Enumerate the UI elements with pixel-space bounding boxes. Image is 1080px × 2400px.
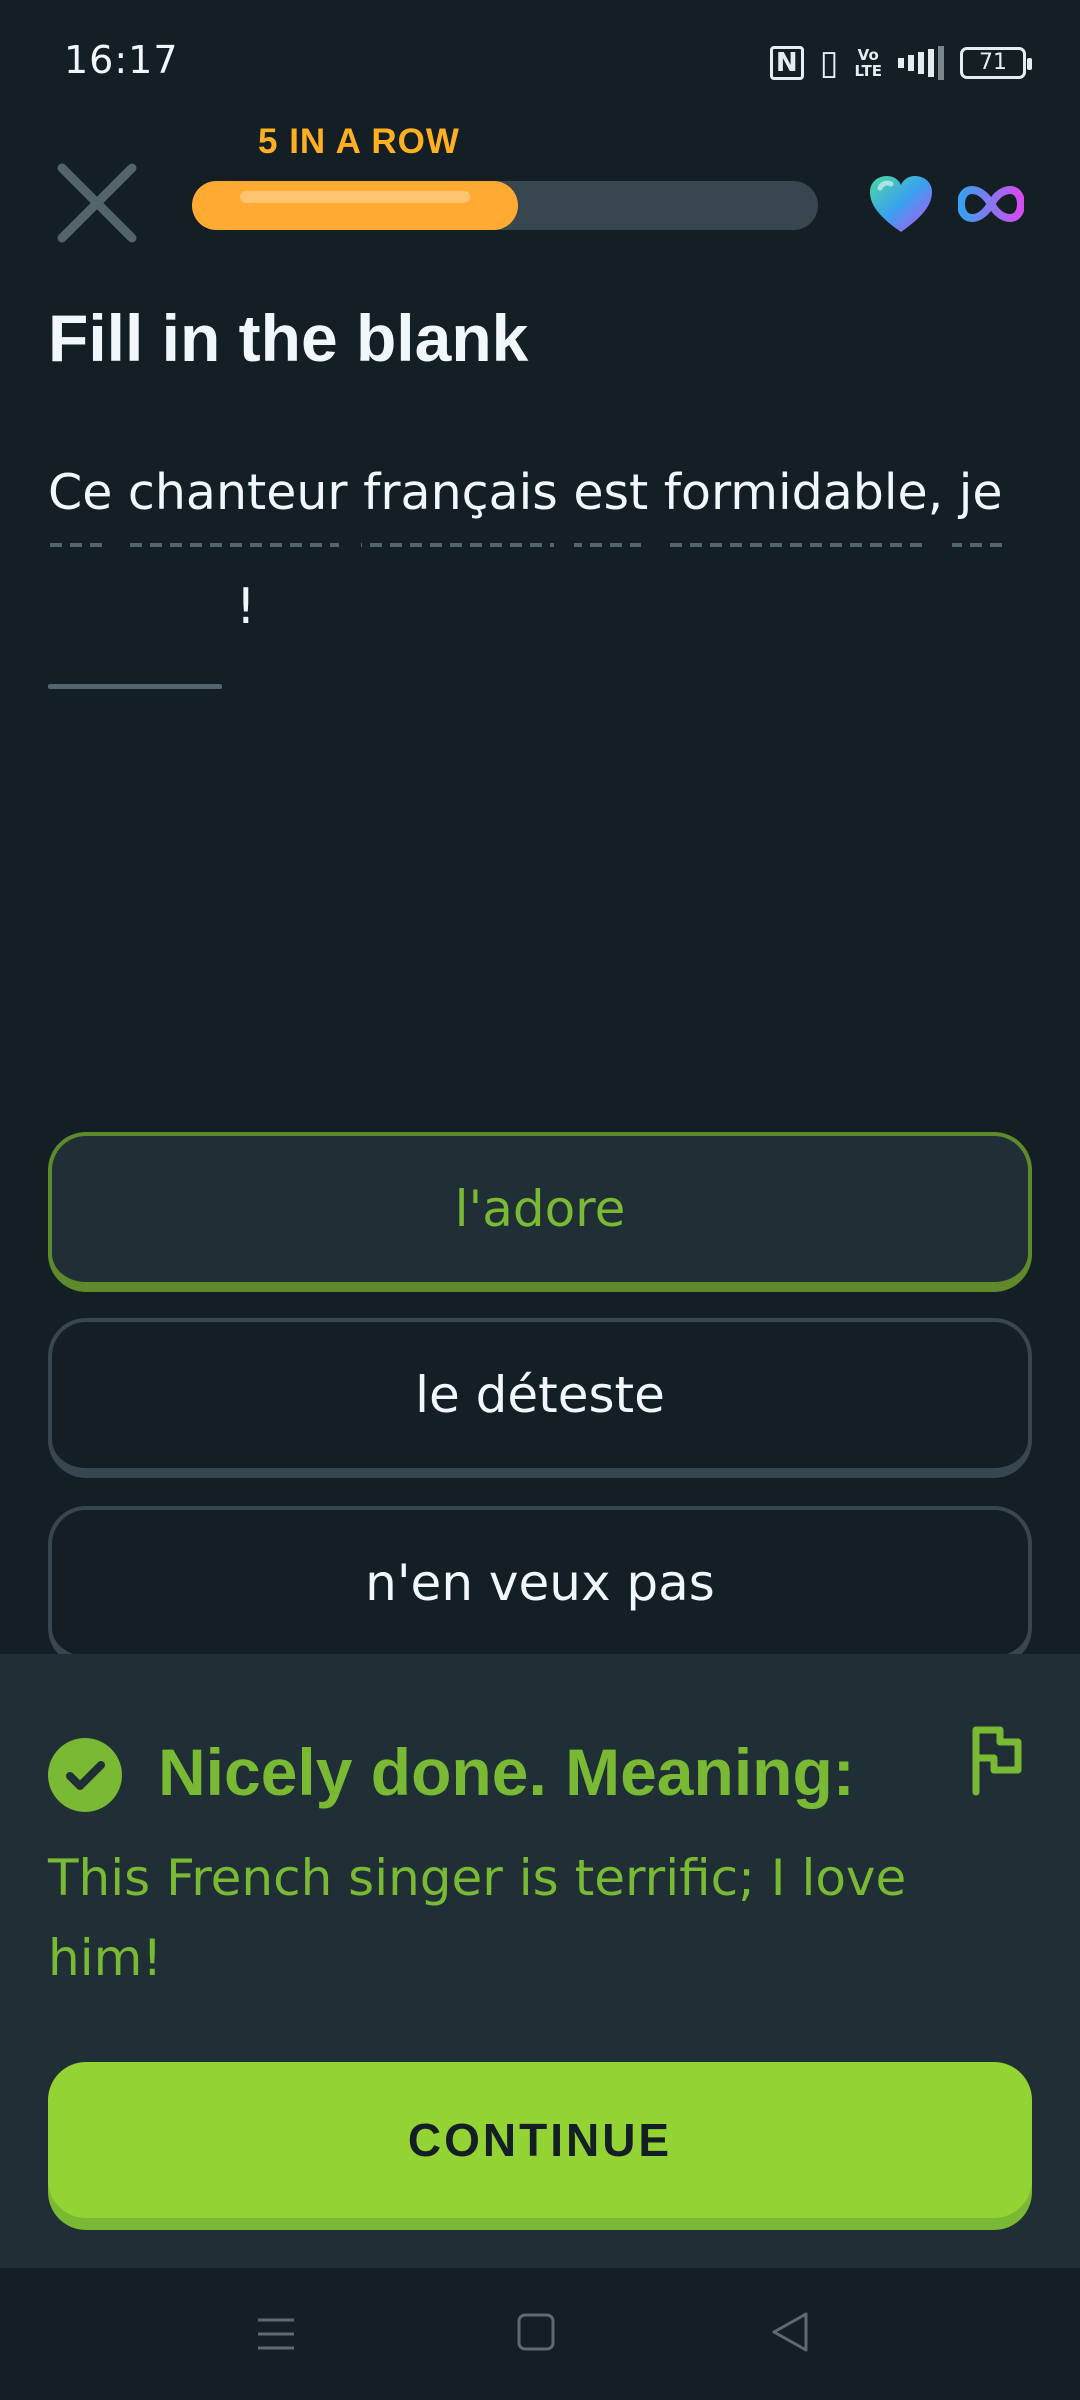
continue-button[interactable]: CONTINUE <box>48 2062 1032 2218</box>
progress-bar <box>192 181 818 230</box>
feedback-meaning: This French singer is terrific; I love h… <box>48 1849 907 1987</box>
nfc-icon: N <box>769 46 804 80</box>
progress-fill <box>192 181 518 230</box>
underline-gap <box>554 543 574 547</box>
underline-gap <box>641 543 663 547</box>
lte-signal-icon <box>898 46 944 80</box>
flag-icon[interactable] <box>966 1724 1026 1796</box>
option-ladore[interactable]: l'adore <box>48 1132 1032 1292</box>
battery-icon: 71 <box>960 47 1032 79</box>
streak-label: 5 IN A ROW <box>258 122 460 161</box>
page-title: Fill in the blank <box>48 301 529 375</box>
infinity-icon <box>958 185 1024 223</box>
status-icons: N ▯ Vo LTE 71 <box>769 40 1032 86</box>
vibrate-icon: ▯ <box>819 43 839 83</box>
back-icon[interactable] <box>770 2310 810 2354</box>
hint-underline <box>50 543 1005 547</box>
heart-icon[interactable] <box>868 174 934 234</box>
menu-icon[interactable] <box>256 2314 296 2354</box>
sentence-text: Ce chanteur français est formidable, je <box>48 464 1003 521</box>
status-time: 16:17 <box>64 38 179 82</box>
option-nen-veux-pas[interactable]: n'en veux pas <box>48 1506 1032 1666</box>
underline-gap <box>339 543 361 547</box>
lesson-screen: 16:17 N ▯ Vo LTE 71 5 IN A ROW Fill in t… <box>0 0 1080 2400</box>
sentence-end: ! <box>236 578 256 635</box>
progress-shine <box>240 191 470 203</box>
check-circle-icon <box>48 1738 122 1812</box>
answer-blank <box>48 684 222 689</box>
option-le-deteste[interactable]: le déteste <box>48 1318 1032 1478</box>
volte-icon: Vo LTE <box>854 46 882 80</box>
close-icon[interactable] <box>54 160 140 246</box>
underline-gap <box>926 543 952 547</box>
home-icon[interactable] <box>516 2312 556 2352</box>
feedback-heading: Nicely done. Meaning: <box>158 1735 855 1809</box>
underline-gap <box>102 543 128 547</box>
